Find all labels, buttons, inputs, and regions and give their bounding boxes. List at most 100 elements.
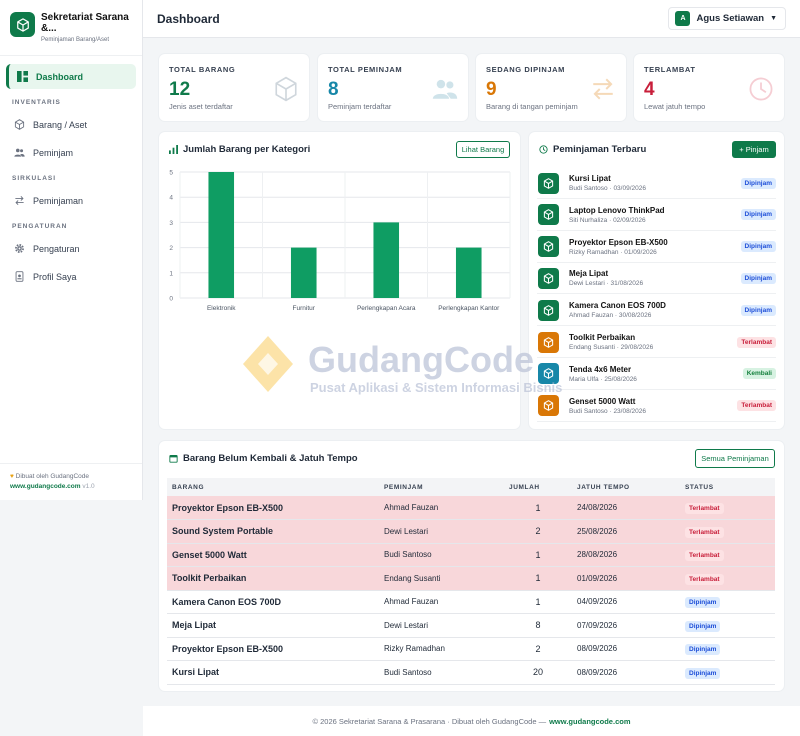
brand[interactable]: Sekretariat Sarana &... Peminjaman Baran… (0, 0, 142, 56)
loan-item-meta: Budi Santoso · 03/09/2026 (569, 185, 646, 192)
cell-status: Dipinjam (680, 590, 775, 614)
cell-barang: Meja Lipat (167, 613, 379, 638)
semua-peminjaman-button[interactable]: Semua Peminjaman (695, 449, 775, 468)
cell-jumlah: 1 (504, 590, 572, 614)
status-badge: Terlambat (685, 526, 724, 538)
footer-text: © 2026 Sekretariat Sarana & Prasarana · … (312, 716, 547, 726)
made-by: Dibuat oleh GudangCode (15, 473, 90, 480)
list-item[interactable]: Kursi Lipat Budi Santoso · 03/09/2026 Dipi… (537, 168, 776, 199)
cell-peminjam: Endang Susanti (379, 566, 504, 591)
dashboard-icon (17, 71, 28, 82)
box-icon (538, 395, 559, 417)
cell-jumlah: 1 (504, 496, 572, 520)
status-badge: Terlambat (685, 573, 724, 585)
sidebar-item-profil[interactable]: Profil Saya (6, 264, 136, 289)
stat-card-terlambat: TERLAMBAT 4 Lewat jatuh tempo (634, 54, 784, 121)
table-row[interactable]: Toolkit Perbaikan Endang Susanti 1 01/09/20… (167, 566, 775, 591)
history-icon (539, 145, 548, 154)
box-icon (538, 363, 559, 385)
page-footer: © 2026 Sekretariat Sarana & Prasarana · … (143, 706, 800, 736)
loan-text: Toolkit Perbaikan Endang Susanti · 29/08/… (569, 333, 737, 351)
table-row[interactable]: Meja Lipat Dewi Lestari 8 07/09/2026 Dipinja… (167, 613, 775, 638)
footer-link[interactable]: www.gudangcode.com (549, 717, 630, 726)
user-menu[interactable]: A Agus Setiawan ▼ (668, 7, 786, 30)
stat-desc: Peminjam terdaftar (328, 102, 392, 111)
table-row[interactable]: Sound System Portable Dewi Lestari 2 25/08/… (167, 519, 775, 544)
bar (373, 222, 400, 298)
box-icon (538, 299, 559, 321)
cell-jatuh-tempo: 24/08/2026 (572, 496, 680, 520)
sidebar-item-label: Barang / Aset (33, 119, 88, 130)
box-icon (14, 119, 25, 130)
clock-icon (749, 77, 773, 101)
box-logo-icon (10, 12, 35, 37)
cell-jatuh-tempo: 04/09/2026 (572, 590, 680, 614)
section-pengaturan: PENGATURAN (12, 223, 68, 230)
table-header-row: BARANG PEMINJAM JUMLAH JATUH TEMPO STATU… (167, 478, 775, 496)
sidebar-item-peminjam[interactable]: Peminjam (6, 140, 136, 165)
table-row[interactable]: Proyektor Epson EB-X500 Ahmad Fauzan 1 24/0… (167, 496, 775, 520)
list-item[interactable]: Proyektor Epson EB-X500 Rizky Ramadhan · … (537, 232, 776, 263)
list-item[interactable]: Laptop Lenovo ThinkPad Siti Nurhaliza · 0… (537, 200, 776, 231)
cell-jatuh-tempo: 07/09/2026 (572, 613, 680, 638)
gear-icon (15, 244, 24, 253)
gudangcode-link[interactable]: www.gudangcode.com (10, 483, 81, 490)
stat-card-total-barang: TOTAL BARANG 12 Jenis aset terdaftar (159, 54, 309, 121)
cell-jumlah: 1 (504, 566, 572, 591)
loan-item-name: Tenda 4x6 Meter (569, 364, 632, 374)
sidebar-nav: Dashboard INVENTARIS Barang / Aset Pemin… (0, 56, 142, 300)
sidebar-item-dashboard[interactable]: Dashboard (6, 64, 136, 89)
cell-barang: Proyektor Epson EB-X500 (167, 637, 379, 661)
box-icon (538, 236, 559, 258)
overdue-title-text: Barang Belum Kembali & Jatuh Tempo (183, 453, 358, 464)
status-badge: Dipinjam (740, 272, 776, 284)
loan-item-meta: Ahmad Fauzan · 30/08/2026 (569, 312, 652, 320)
list-item[interactable]: Kamera Canon EOS 700D Ahmad Fauzan · 30/0… (537, 295, 776, 327)
loan-text: Tenda 4x6 Meter Maria Ulfa · 25/08/2026 (569, 365, 743, 383)
cell-status: Dipinjam (680, 637, 775, 661)
calendar-icon (169, 454, 178, 463)
sidebar-item-peminjaman[interactable]: Peminjaman (6, 188, 136, 213)
cell-barang: Genset 5000 Watt (167, 543, 379, 567)
sidebar-item-label: Profil Saya (33, 271, 77, 282)
sidebar-item-label: Peminjam (33, 147, 74, 158)
overdue-title: Barang Belum Kembali & Jatuh Tempo (169, 453, 358, 464)
cell-jumlah: 2 (504, 519, 572, 544)
pinjam-button[interactable]: + Pinjam (732, 141, 776, 158)
box-icon (538, 331, 559, 353)
cell-barang: Kursi Lipat (167, 660, 379, 685)
list-item[interactable]: Tenda 4x6 Meter Maria Ulfa · 25/08/2026 Ke… (537, 359, 776, 390)
table-row[interactable]: Genset 5000 Watt Budi Santoso 1 28/08/2026 T… (167, 543, 775, 567)
x-tick-label: Elektronik (207, 305, 236, 312)
x-tick-label: Perlengkapan Kantor (438, 305, 500, 312)
bar (290, 247, 317, 298)
y-tick-label: 5 (169, 170, 173, 177)
table-row[interactable]: Proyektor Epson EB-X500 Rizky Ramadhan 2 08… (167, 637, 775, 661)
table-row[interactable]: Kursi Lipat Budi Santoso 20 08/09/2026 Dipin… (167, 660, 775, 685)
cell-jatuh-tempo: 25/08/2026 (572, 519, 680, 544)
list-item[interactable]: Genset 5000 Watt Budi Santoso · 23/08/202… (537, 391, 776, 422)
sidebar-item-barang[interactable]: Barang / Aset (6, 112, 136, 137)
cell-jatuh-tempo: 08/09/2026 (572, 660, 680, 685)
topbar: Dashboard A Agus Setiawan ▼ (143, 0, 800, 38)
sidebar-item-pengaturan[interactable]: Pengaturan (6, 236, 136, 261)
lihat-barang-button[interactable]: Lihat Barang (456, 141, 510, 158)
table-row[interactable]: Kamera Canon EOS 700D Ahmad Fauzan 1 04/09/… (167, 590, 775, 614)
app-title: Sekretariat Sarana &... (41, 12, 129, 34)
col-jatuh-tempo: JATUH TEMPO (572, 478, 680, 496)
status-badge: Terlambat (737, 336, 776, 348)
y-tick-label: 1 (169, 270, 173, 277)
stat-value: 4 (644, 79, 655, 100)
loan-text: Kamera Canon EOS 700D Ahmad Fauzan · 30/0… (569, 301, 741, 319)
cell-barang: Toolkit Perbaikan (167, 566, 379, 591)
bar-chart-icon (169, 145, 178, 154)
list-item[interactable]: Toolkit Perbaikan Endang Susanti · 29/08/… (537, 327, 776, 358)
list-item[interactable]: Meja Lipat Dewi Lestari · 31/08/2026 Dipin… (537, 263, 776, 295)
sidebar-item-label: Dashboard (36, 71, 84, 82)
status-badge: Dipinjam (740, 177, 776, 189)
status-badge: Kembali (742, 368, 776, 380)
stat-label: TOTAL PEMINJAM (328, 65, 403, 74)
loan-item-name: Proyektor Epson EB-X500 (569, 237, 668, 247)
cell-status: Terlambat (680, 519, 775, 544)
stat-value: 8 (328, 79, 339, 100)
